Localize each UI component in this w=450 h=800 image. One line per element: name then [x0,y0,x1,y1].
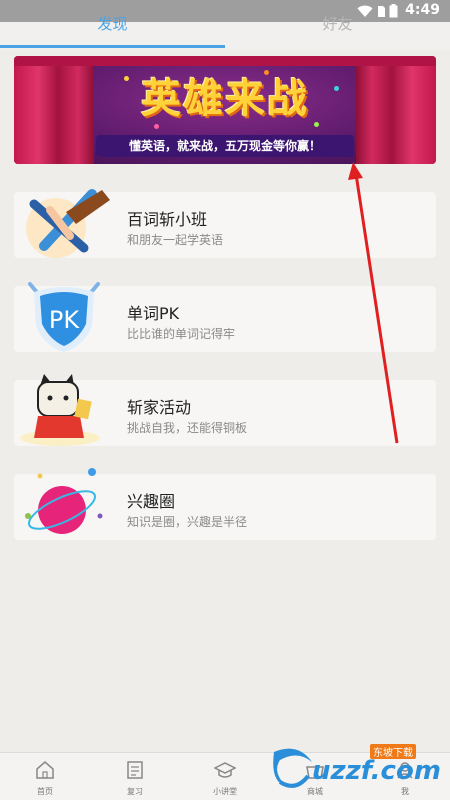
card-small-class[interactable]: 百词斩小班 和朋友一起学英语 [14,189,436,258]
nav-lecture[interactable]: 小讲堂 [195,761,255,797]
curtain-right [356,56,436,164]
card-title: 兴趣圈 [127,492,176,511]
tab-friends[interactable]: 好友 [225,17,450,48]
card-desc: 挑战自我，还能得铜板 [127,421,248,435]
card-word-pk[interactable]: PK 单词PK 比比谁的单词记得牢 [14,282,436,352]
card-title: 单词PK [127,304,180,323]
card-title: 百词斩小班 [127,210,208,229]
site-watermark: uzzf.com 东坡下载 [268,740,448,796]
planet-icon [25,468,103,534]
status-bar: 4:49 [0,0,450,22]
status-icons [357,4,398,18]
card-interest-circle[interactable]: 兴趣圈 知识是圈，兴趣是半径 [14,468,436,540]
home-icon [36,761,54,779]
tab-indicator [0,45,225,48]
battery-icon [389,4,398,18]
svg-text:PK: PK [49,306,80,334]
banner-title: 英雄来战 [141,76,309,122]
wifi-icon [357,5,373,17]
card-activities[interactable]: 斩家活动 挑战自我，还能得铜板 [14,374,436,446]
promo-banner[interactable]: 英雄来战 懂英语，就来战，五万现金等你赢！ [14,56,436,164]
sim-icon [378,5,385,17]
cat-mascot-icon [20,374,100,446]
paint-brush-icon [26,189,110,258]
status-time: 4:49 [405,2,440,18]
confetti-dot [154,124,159,129]
pk-shield-icon: PK [28,282,100,352]
banner-subtitle: 懂英语，就来战，五万现金等你赢！ [96,135,354,157]
nav-home[interactable]: 首页 [15,761,75,797]
watermark-logo-icon [273,748,312,788]
watermark-text: uzzf.com [312,756,441,786]
nav-review[interactable]: 复习 [105,761,165,797]
graduation-cap-icon [213,762,237,778]
card-desc: 知识是圈，兴趣是半径 [127,515,248,529]
curtain-valance [14,56,436,66]
card-desc: 和朋友一起学英语 [127,233,224,247]
watermark-tag: 东坡下载 [370,744,416,759]
card-title: 斩家活动 [127,398,192,417]
notebook-icon [127,761,143,779]
card-desc: 比比谁的单词记得牢 [127,327,236,341]
curtain-left [14,56,94,164]
